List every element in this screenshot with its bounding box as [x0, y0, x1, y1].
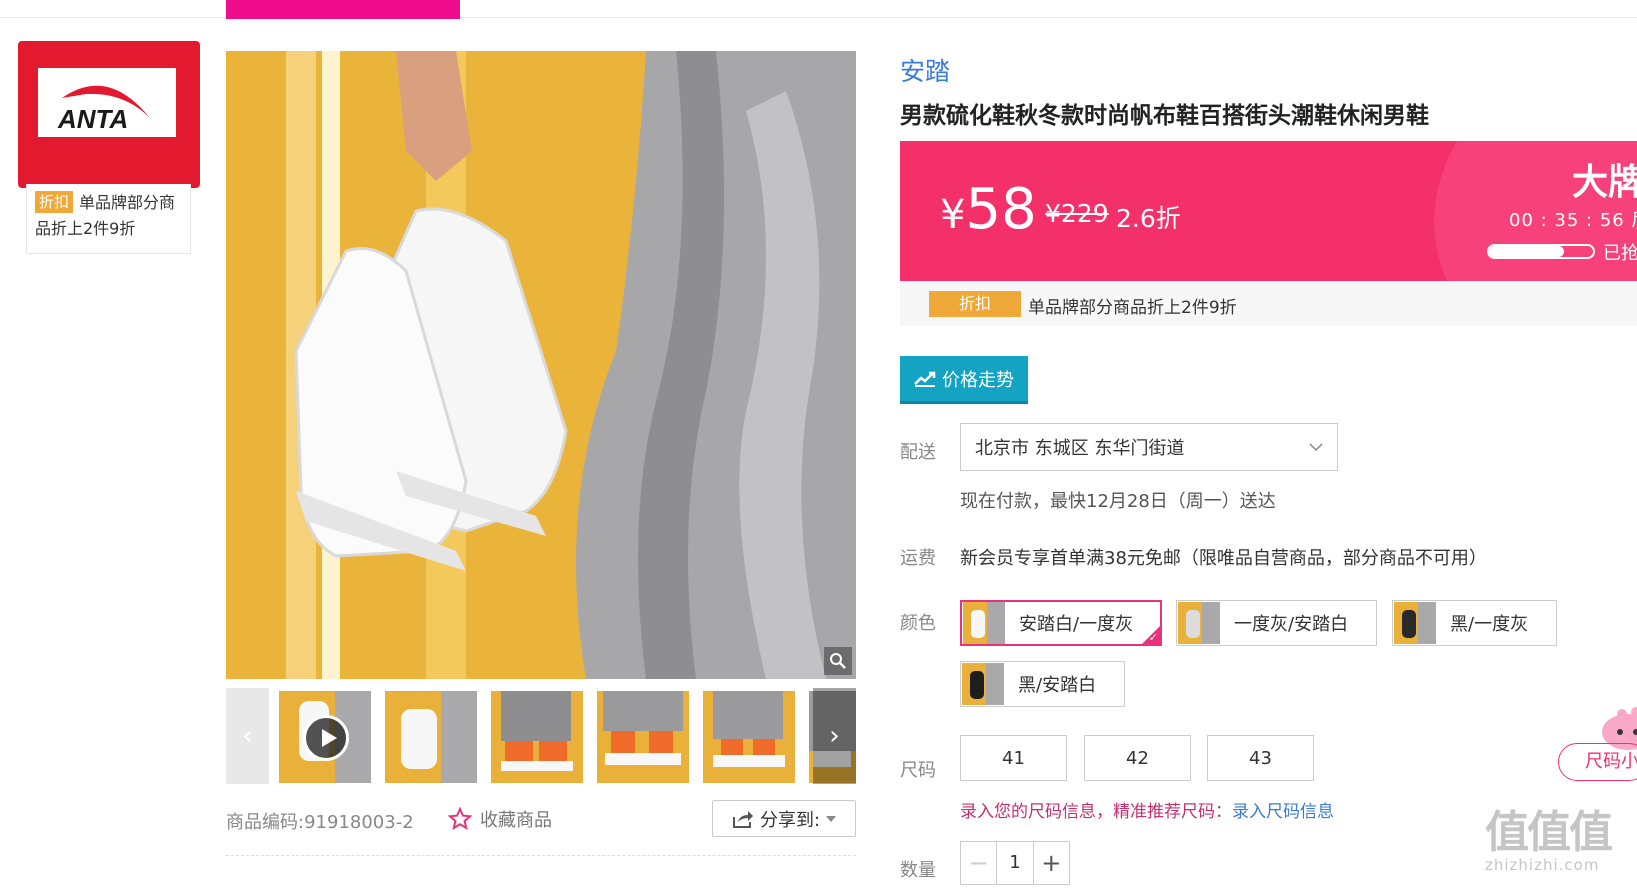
share-button[interactable]: 分享到: — [712, 800, 856, 837]
anta-logo: ANTA — [38, 68, 176, 137]
play-icon[interactable] — [303, 715, 349, 761]
shipping-info: 新会员专享首单满38元免邮（限唯品自营商品，部分商品不可用） — [960, 548, 1487, 569]
quantity-label: 数量 — [900, 860, 936, 881]
size-helper-button[interactable]: 尺码小助手 — [1558, 743, 1637, 781]
price-trend-label: 价格走势 — [942, 369, 1014, 391]
quantity-plus-button[interactable]: + — [1034, 849, 1069, 877]
color-option-black-grey[interactable]: 黑/一度灰 — [1392, 600, 1557, 646]
delivery-label: 配送 — [900, 442, 936, 463]
original-price: ¥229 — [1045, 199, 1109, 228]
color-swatch — [962, 663, 1004, 705]
color-swatch — [1178, 602, 1220, 644]
sku-code: 商品编码:91918003-2 — [226, 808, 414, 834]
size-label: 尺码 — [900, 760, 936, 781]
trend-chart-icon — [914, 371, 936, 387]
color-option-label: 黑/一度灰 — [1450, 614, 1529, 635]
thumbnail-image[interactable] — [703, 691, 795, 783]
share-icon — [732, 810, 753, 828]
thumbnail-image[interactable] — [491, 691, 583, 783]
size-option-43[interactable]: 43 — [1207, 735, 1314, 781]
divider — [226, 855, 856, 856]
product-info-panel: 安踏 男款硫化鞋秋冬款时尚帆布鞋百搭街头潮鞋休闲男鞋 ¥58 ¥229 2.6折… — [900, 0, 1637, 892]
brand-badge[interactable]: ANTA — [18, 41, 200, 188]
product-title: 男款硫化鞋秋冬款时尚帆布鞋百搭街头潮鞋休闲男鞋 — [900, 103, 1429, 129]
sold-progress-bar — [1487, 244, 1595, 259]
thumbnail-video[interactable] — [279, 691, 371, 783]
quantity-stepper[interactable]: − 1 + — [960, 841, 1070, 885]
brand-promo-card[interactable]: 折扣 单品牌部分商品折上2件9折 — [26, 184, 191, 254]
sku-label: 商品编码: — [226, 812, 305, 833]
color-option-label: 安踏白/一度灰 — [1019, 614, 1134, 635]
thumbnail-strip: ‹ › — [226, 688, 856, 784]
color-label: 颜色 — [900, 613, 936, 634]
promo-strip-text: 单品牌部分商品折上2件9折 — [1028, 298, 1237, 318]
chevron-down-icon — [1309, 442, 1323, 451]
site-watermark: 值值值 zhizhizhi.com — [1485, 807, 1635, 875]
size-tip-text: 录入您的尺码信息，精准推荐尺码： — [960, 802, 1232, 822]
promo-strip: 折扣 单品牌部分商品折上2件9折 — [900, 281, 1637, 326]
favorite-button[interactable]: 收藏商品 — [448, 806, 552, 832]
color-swatch — [1394, 602, 1436, 644]
color-option-label: 一度灰/安踏白 — [1234, 614, 1349, 635]
quantity-minus-button[interactable]: − — [961, 849, 996, 877]
active-tab-indicator[interactable] — [226, 0, 460, 19]
size-option-41[interactable]: 41 — [960, 735, 1067, 781]
discount-tag: 折扣 — [35, 191, 74, 213]
color-option-label: 黑/安踏白 — [1018, 675, 1097, 696]
chevron-down-icon — [826, 815, 837, 822]
watermark-logo: 值值值 — [1485, 807, 1613, 858]
share-label: 分享到: — [759, 809, 821, 831]
thumb-next-button[interactable]: › — [813, 688, 856, 784]
thumbnail-image[interactable] — [385, 691, 477, 783]
promo-title: 大牌特 — [1572, 162, 1637, 203]
price-value: 58 — [965, 177, 1037, 242]
size-entry-link[interactable]: 录入尺码信息 — [1232, 802, 1334, 822]
discount-tag: 折扣 — [929, 291, 1021, 317]
discount-rate: 2.6折 — [1116, 204, 1181, 233]
address-value: 北京市 东城区 东华门街道 — [975, 438, 1185, 459]
sku-value: 91918003-2 — [304, 812, 414, 833]
shipping-label: 运费 — [900, 548, 936, 569]
current-price: ¥58 — [940, 177, 1037, 242]
size-tip: 录入您的尺码信息，精准推荐尺码：录入尺码信息 — [960, 797, 1334, 822]
zoom-icon[interactable] — [824, 647, 852, 675]
checkmark-icon: ✓ — [1148, 631, 1158, 644]
brand-link[interactable]: 安踏 — [900, 52, 950, 88]
color-option-black-white[interactable]: 黑/安踏白 — [960, 661, 1125, 707]
color-option-grey-white[interactable]: 一度灰/安踏白 — [1176, 600, 1377, 646]
progress-fill — [1489, 246, 1564, 257]
currency-symbol: ¥ — [940, 192, 966, 238]
product-photo — [226, 51, 856, 679]
thumbnail-image[interactable] — [597, 691, 689, 783]
main-product-image[interactable] — [226, 51, 856, 679]
color-swatch — [963, 602, 1005, 644]
sold-status: 已抢 — [1603, 243, 1637, 264]
address-select[interactable]: 北京市 东城区 东华门街道 — [960, 423, 1338, 471]
watermark-url: zhizhizhi.com — [1485, 856, 1600, 874]
color-option-white-grey[interactable]: 安踏白/一度灰 ✓ — [960, 600, 1162, 646]
size-option-42[interactable]: 42 — [1084, 735, 1191, 781]
svg-text:ANTA: ANTA — [57, 104, 128, 134]
price-panel: ¥58 ¥229 2.6折 大牌特 00 : 35 : 56 后 已抢 — [900, 141, 1637, 281]
quantity-value[interactable]: 1 — [996, 842, 1034, 884]
product-meta-row: 商品编码:91918003-2 收藏商品 分享到: — [226, 800, 856, 840]
delivery-eta: 现在付款，最快12月28日（周一）送达 — [960, 491, 1276, 512]
thumb-prev-button[interactable]: ‹ — [226, 688, 269, 784]
price-trend-button[interactable]: 价格走势 — [900, 356, 1028, 404]
favorite-label: 收藏商品 — [480, 810, 552, 831]
star-icon — [448, 807, 472, 831]
countdown-timer: 00 : 35 : 56 后 — [1509, 210, 1637, 231]
